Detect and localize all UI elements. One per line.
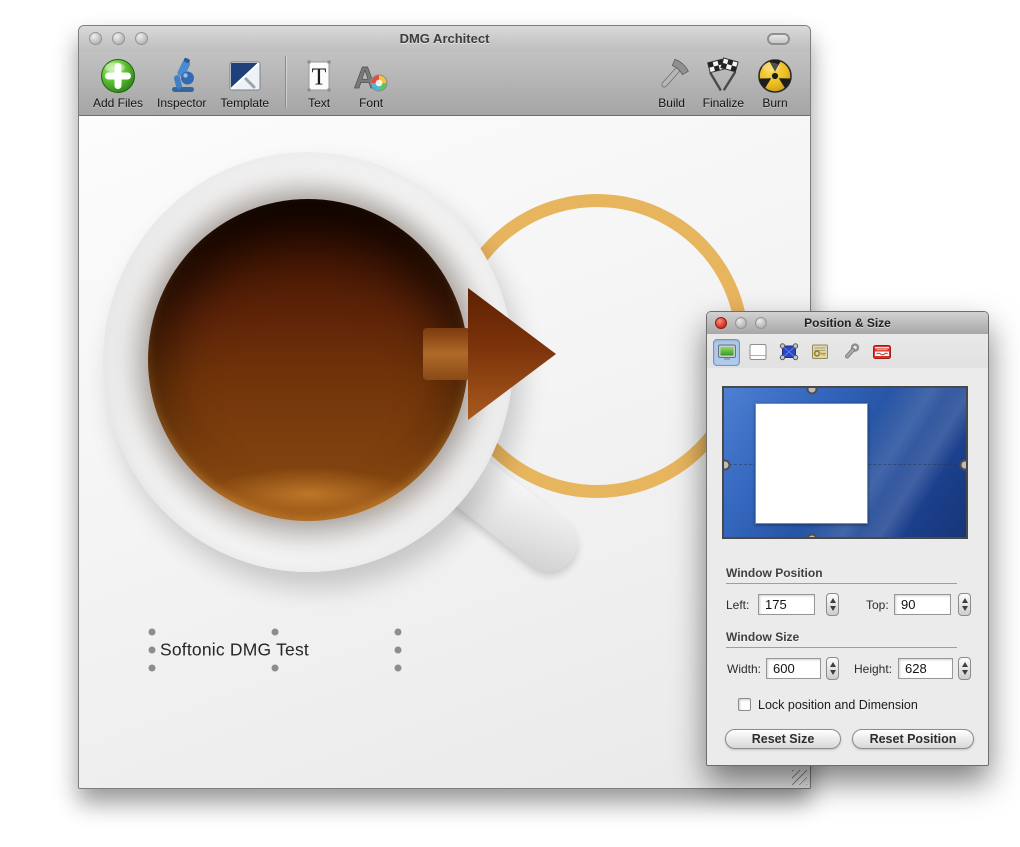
font-icon: A: [352, 57, 390, 95]
build-button[interactable]: Build: [653, 57, 691, 110]
add-files-button[interactable]: Add Files: [93, 57, 143, 110]
build-icon: [653, 57, 691, 95]
toolbar-label: Finalize: [702, 96, 744, 110]
window-position-heading: Window Position: [726, 566, 957, 584]
window-title: DMG Architect: [399, 31, 490, 46]
main-titlebar[interactable]: DMG Architect: [79, 26, 810, 52]
toolbar-label: Burn: [762, 96, 788, 110]
arrow-image[interactable]: [420, 283, 558, 425]
height-label: Height:: [854, 662, 893, 676]
preview-handle-right[interactable]: [959, 459, 966, 471]
coffee-gloss-highlight: [209, 468, 409, 520]
selection-handles-icon: [779, 343, 798, 361]
selection-handle[interactable]: [394, 646, 402, 654]
burn-icon: [756, 57, 794, 95]
selection-handle[interactable]: [148, 664, 156, 672]
toolbar-label: Build: [658, 96, 685, 110]
selection-handle[interactable]: [148, 628, 156, 636]
selection-handle[interactable]: [271, 664, 279, 672]
main-window: DMG Architect Add Files Inspector Templa…: [78, 25, 811, 789]
top-input[interactable]: [894, 594, 951, 615]
name-badge-icon: [872, 345, 891, 359]
desktop-preview[interactable]: [722, 386, 968, 539]
inspector-button[interactable]: Inspector: [157, 57, 206, 110]
lock-checkbox[interactable]: [738, 698, 751, 711]
panel-title: Position & Size: [804, 316, 891, 330]
lock-checkbox-label: Lock position and Dimension: [758, 698, 918, 712]
main-toolbar: Add Files Inspector Template T Text A Fo…: [79, 52, 810, 116]
wrench-icon: [844, 343, 859, 359]
panel-titlebar[interactable]: Position & Size: [707, 312, 988, 334]
selection-handle[interactable]: [271, 628, 279, 636]
preview-handle-top[interactable]: [806, 388, 818, 395]
width-input[interactable]: [766, 658, 821, 679]
height-input[interactable]: [898, 658, 953, 679]
toolbar-label: Font: [359, 96, 384, 110]
height-stepper[interactable]: [958, 657, 971, 680]
top-stepper[interactable]: [958, 593, 971, 616]
tab-selection[interactable]: [775, 339, 802, 366]
tab-position-size[interactable]: [713, 338, 740, 366]
tab-window[interactable]: [744, 339, 771, 366]
template-button[interactable]: Template: [220, 57, 269, 110]
width-label: Width:: [727, 662, 762, 676]
left-input[interactable]: [758, 594, 815, 615]
toolbar-toggle-button[interactable]: [767, 33, 790, 45]
toolbar-label: Template: [220, 96, 270, 110]
certificate-key-icon: [811, 344, 828, 359]
left-label: Left:: [726, 598, 750, 612]
window-size-heading: Window Size: [726, 630, 957, 648]
template-icon: [226, 57, 264, 95]
width-stepper[interactable]: [826, 657, 839, 680]
dmg-window-proxy[interactable]: [755, 403, 868, 524]
toolbar-label: Add Files: [93, 96, 144, 110]
add-files-icon: [99, 57, 137, 95]
reset-size-button[interactable]: Reset Size: [725, 729, 841, 749]
left-stepper[interactable]: [826, 593, 839, 616]
toolbar-label: Text: [308, 96, 331, 110]
selection-handle[interactable]: [394, 664, 402, 672]
selection-handle[interactable]: [148, 646, 156, 654]
top-label: Top:: [866, 598, 889, 612]
screenshot-stage: DMG Architect Add Files Inspector Templa…: [0, 0, 1020, 847]
text-button[interactable]: T Text: [300, 57, 338, 110]
window-resize-grip[interactable]: [792, 770, 807, 785]
inspector-icon: [163, 57, 201, 95]
toolbar-divider: [285, 56, 287, 108]
font-button[interactable]: A Font: [352, 57, 390, 110]
volume-label-selection[interactable]: Softonic DMG Test: [148, 628, 402, 672]
tab-license[interactable]: [806, 339, 833, 366]
burn-button[interactable]: Burn: [756, 57, 794, 110]
finalize-button[interactable]: Finalize: [703, 57, 744, 110]
display-icon: [717, 344, 736, 360]
dmg-layout-canvas[interactable]: Softonic DMG Test: [79, 116, 810, 788]
window-icon: [749, 344, 766, 360]
reset-position-button[interactable]: Reset Position: [852, 729, 974, 749]
volume-label-text[interactable]: Softonic DMG Test: [160, 640, 309, 661]
position-size-panel: Position & Size Window Position Left: 17…: [706, 311, 989, 766]
text-icon: T: [300, 57, 338, 95]
toolbar-label: Inspector: [157, 96, 207, 110]
preview-handle-left[interactable]: [724, 459, 731, 471]
tab-badge[interactable]: [868, 339, 895, 366]
selection-handle[interactable]: [394, 628, 402, 636]
finalize-icon: [704, 57, 742, 95]
tab-tools[interactable]: [837, 339, 864, 366]
preview-handle-bottom[interactable]: [806, 533, 818, 537]
svg-text:T: T: [312, 65, 327, 91]
panel-tabbar: [707, 334, 988, 368]
